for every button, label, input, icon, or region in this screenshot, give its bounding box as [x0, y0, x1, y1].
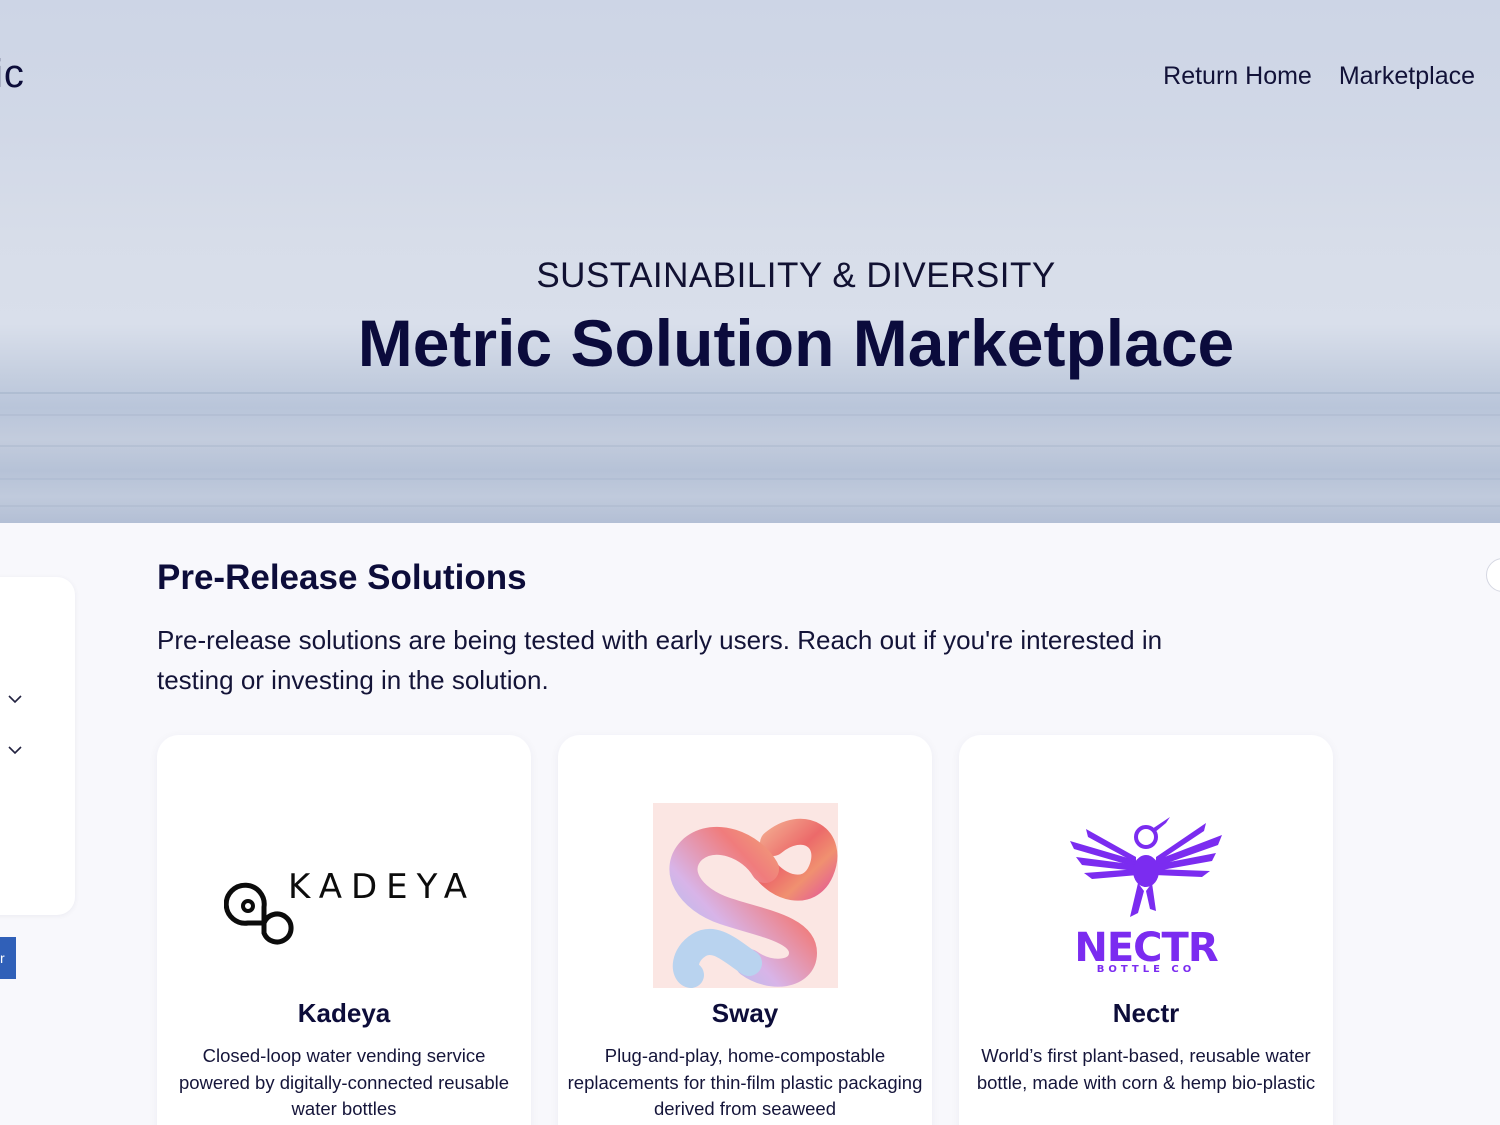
chevron-down-icon[interactable]: [8, 743, 22, 757]
hero-banner: ic Return Home Marketplace SUSTAINABILIT…: [0, 0, 1500, 523]
nav-marketplace-link[interactable]: Marketplace: [1339, 62, 1475, 91]
sidebar-action-button[interactable]: r: [0, 937, 16, 979]
water-line: [0, 505, 1500, 507]
page: ic Return Home Marketplace SUSTAINABILIT…: [0, 0, 1500, 1125]
top-nav: Return Home Marketplace: [1163, 62, 1475, 91]
scroll-next-button[interactable]: [1486, 558, 1500, 592]
kadeya-logo: KADEYA: [224, 855, 467, 945]
water-line: [0, 478, 1500, 480]
nectr-subtext: BOTTLE CO: [1096, 964, 1196, 975]
card-description: Closed-loop water vending service powere…: [178, 1045, 510, 1119]
hummingbird-icon: [1070, 817, 1222, 917]
card-logo: [558, 780, 932, 1020]
card-title[interactable]: Kadeya: [157, 998, 531, 1029]
hero-kicker: SUSTAINABILITY & DIVERSITY: [536, 256, 1056, 295]
card-logo: NECTR BOTTLE CO: [959, 780, 1333, 1020]
card-logo: KADEYA: [157, 780, 531, 1020]
page-title: Metric Solution Marketplace: [357, 306, 1235, 380]
water-line: [0, 445, 1500, 447]
water-line: [0, 392, 1500, 394]
sway-logo-icon: [652, 802, 838, 988]
section-title: Pre-Release Solutions: [157, 558, 527, 597]
section-description: Pre-release solutions are being tested w…: [157, 625, 1163, 695]
nav-return-home-link[interactable]: Return Home: [1163, 62, 1312, 91]
card-description: Plug-and-play, home-compostable replacem…: [567, 1045, 923, 1119]
nectr-logo: NECTR BOTTLE CO: [1066, 813, 1226, 975]
water-line: [0, 414, 1500, 416]
solution-card-kadeya[interactable]: KADEYA Kadeya Closed-loop water vending …: [157, 735, 531, 1125]
card-title[interactable]: Sway: [558, 998, 932, 1029]
solution-card-nectr[interactable]: NECTR BOTTLE CO Nectr World’s first plan…: [959, 735, 1333, 1125]
kadeya-wordmark: KADEYA: [288, 867, 477, 907]
filter-panel: [0, 577, 75, 915]
card-description: World’s first plant-based, reusable wate…: [976, 1045, 1316, 1093]
solution-card-sway[interactable]: Sway Plug-and-play, home-compostable rep…: [558, 735, 932, 1125]
nectr-wordmark: NECTR: [1074, 925, 1218, 971]
site-logo[interactable]: ic: [0, 52, 25, 97]
card-title[interactable]: Nectr: [959, 998, 1333, 1029]
chevron-down-icon[interactable]: [8, 692, 22, 706]
